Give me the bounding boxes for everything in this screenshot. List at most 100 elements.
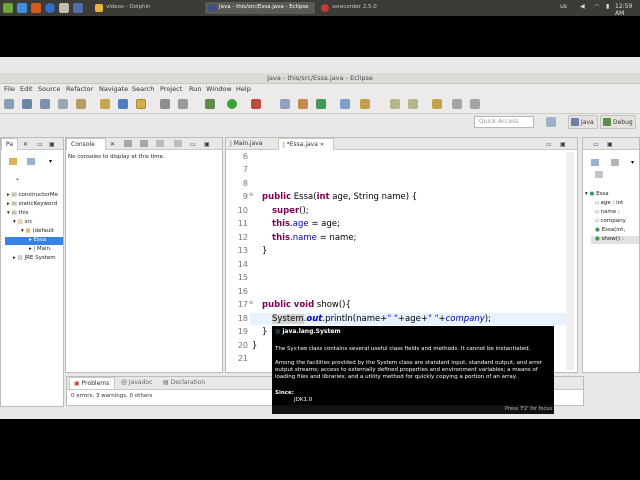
suspend-icon[interactable] <box>178 99 188 109</box>
browser-launcher-icon[interactable] <box>31 3 41 13</box>
minimize-icon[interactable]: ▭ <box>593 141 599 148</box>
last-edit-icon[interactable] <box>432 99 442 109</box>
files-launcher-icon[interactable] <box>17 3 27 13</box>
perspective-debug[interactable]: Debug <box>600 115 636 129</box>
open-type-icon[interactable] <box>76 99 86 109</box>
open-console-icon[interactable] <box>140 140 148 147</box>
resume-icon[interactable] <box>160 99 170 109</box>
menu-help[interactable]: Help <box>236 85 251 93</box>
tab-javadoc[interactable]: @ Javadoc <box>117 377 157 389</box>
tree-item-constructorMe[interactable]: ▸ ▤ constructorMe <box>7 192 58 198</box>
perspective-java[interactable]: Java <box>568 115 598 129</box>
new-class-icon[interactable] <box>316 99 326 109</box>
battery-icon[interactable]: ▮ <box>606 3 609 10</box>
tree-item-main[interactable]: ▸ J Main. <box>29 246 52 252</box>
maximize-icon[interactable]: ▣ <box>607 141 613 148</box>
pin-console-icon[interactable] <box>156 140 164 147</box>
menu-search[interactable]: Search <box>132 85 154 93</box>
new-java-project-icon[interactable] <box>280 99 290 109</box>
tree-item-staticKeyword[interactable]: ▸ ▤ staticKeyword <box>7 201 57 207</box>
next-annotation-icon[interactable] <box>390 99 400 109</box>
outline-member-selected[interactable]: ● show() : <box>591 236 639 244</box>
previous-annotation-icon[interactable] <box>408 99 418 109</box>
display-console-icon[interactable] <box>124 140 132 147</box>
quick-access-input[interactable]: Quick Access <box>474 116 534 128</box>
link-editor-icon[interactable] <box>27 158 35 165</box>
chromium-launcher-icon[interactable] <box>45 3 55 13</box>
tree-item-this[interactable]: ▾ ▤ this <box>7 210 29 216</box>
back-icon[interactable] <box>452 99 462 109</box>
outline-class-essa[interactable]: ▾ ● Essa <box>585 191 609 197</box>
outline-member[interactable]: ● Essa(int, <box>595 227 625 233</box>
new-icon[interactable] <box>4 99 14 109</box>
terminal-launcher-icon[interactable] <box>59 3 69 13</box>
task-dolphin[interactable]: videos - Dolphin <box>92 2 202 14</box>
search-icon[interactable] <box>360 99 370 109</box>
print-icon[interactable] <box>58 99 68 109</box>
external-tools-icon[interactable] <box>251 99 261 109</box>
save-icon[interactable] <box>22 99 32 109</box>
skip-breakpoints-icon[interactable] <box>136 99 146 109</box>
menu-window[interactable]: Window <box>206 85 232 93</box>
outline-member[interactable]: ▫ company <box>595 218 626 224</box>
tab-essa-java[interactable]: J *Essa.java ✕ <box>278 138 334 150</box>
task-ssrecorder[interactable]: ssrecorder 2.5.0 <box>318 2 428 14</box>
view-menu-icon[interactable]: ▾ <box>631 159 634 166</box>
tab-console[interactable]: Console <box>66 138 106 150</box>
keyboard-layout[interactable]: us <box>560 3 567 10</box>
hide-fields-icon[interactable] <box>611 159 619 166</box>
close-icon[interactable]: ✕ <box>320 142 324 148</box>
tab-declaration[interactable]: ▤ Declaration <box>159 377 211 389</box>
eclipse-launcher-icon[interactable] <box>73 3 83 13</box>
javadoc-hover-popup[interactable]: ◎ java.lang.System The System class cont… <box>272 326 554 414</box>
apps-menu-icon[interactable] <box>3 3 13 13</box>
tab-main-java[interactable]: J Main.java <box>226 138 278 150</box>
menu-file[interactable]: File <box>4 85 15 93</box>
editor-scrollbar[interactable] <box>566 152 574 370</box>
clear-console-icon[interactable] <box>174 140 182 147</box>
minimize-icon[interactable]: ▭ <box>546 141 552 148</box>
open-type-hierarchy-icon[interactable] <box>340 99 350 109</box>
menu-source[interactable]: Source <box>38 85 60 93</box>
minimize-icon[interactable]: ▭ <box>190 141 196 148</box>
open-perspective-icon[interactable] <box>546 117 556 127</box>
outline-member[interactable]: ▫ name : <box>595 209 620 215</box>
wifi-icon[interactable]: ◠ <box>594 3 599 10</box>
debug-icon[interactable] <box>118 99 128 109</box>
close-icon[interactable]: ✕ <box>23 141 28 148</box>
tree-item-src[interactable]: ▾ ▨ src <box>13 219 33 225</box>
tab-package-explorer[interactable]: Pa <box>1 138 19 150</box>
maximize-icon[interactable]: ▣ <box>560 141 566 148</box>
maximize-icon[interactable]: ▣ <box>204 141 210 148</box>
close-icon[interactable]: ✕ <box>110 141 115 148</box>
run-icon[interactable] <box>227 99 237 109</box>
tree-item-essa[interactable]: ▸ Essa <box>5 237 63 245</box>
clock[interactable]: 12:59 AM <box>615 3 640 17</box>
tab-problems[interactable]: ▣ Problems <box>69 377 115 389</box>
menu-edit[interactable]: Edit <box>20 85 33 93</box>
save-all-icon[interactable] <box>40 99 50 109</box>
hide-static-icon[interactable] <box>595 171 603 178</box>
maximize-icon[interactable]: ▣ <box>49 141 55 148</box>
debug-run-icon[interactable] <box>205 99 215 109</box>
collapse-all-icon[interactable] <box>9 158 17 165</box>
fold-marker-icon[interactable]: ⊖ <box>249 192 253 198</box>
view-menu-icon[interactable]: ▾ <box>49 158 52 165</box>
new-package-icon[interactable] <box>298 99 308 109</box>
outline-member[interactable]: ▫ age : int <box>595 200 623 206</box>
volume-icon[interactable]: ◀ <box>580 3 585 10</box>
tree-item-default-package[interactable]: ▾ ▦ (default <box>21 228 54 234</box>
minimize-icon[interactable]: ▭ <box>37 141 43 148</box>
filter-chevron-icon[interactable]: ⌄ <box>15 175 20 182</box>
forward-icon[interactable] <box>470 99 480 109</box>
toggle-mark-icon[interactable] <box>100 99 110 109</box>
menu-project[interactable]: Project <box>160 85 182 93</box>
menu-refactor[interactable]: Refactor <box>66 85 93 93</box>
sort-icon[interactable] <box>591 159 599 166</box>
menu-run[interactable]: Run <box>189 85 201 93</box>
task-eclipse[interactable]: Java - this/src/Essa.java - Eclipse <box>205 2 315 14</box>
outline-header: ▭ ▣ <box>583 138 639 150</box>
menu-navigate[interactable]: Navigate <box>99 85 128 93</box>
fold-marker-icon[interactable]: ⊖ <box>249 300 253 306</box>
tree-item-jre-system[interactable]: ▸ ▥ JRE System <box>13 255 56 261</box>
